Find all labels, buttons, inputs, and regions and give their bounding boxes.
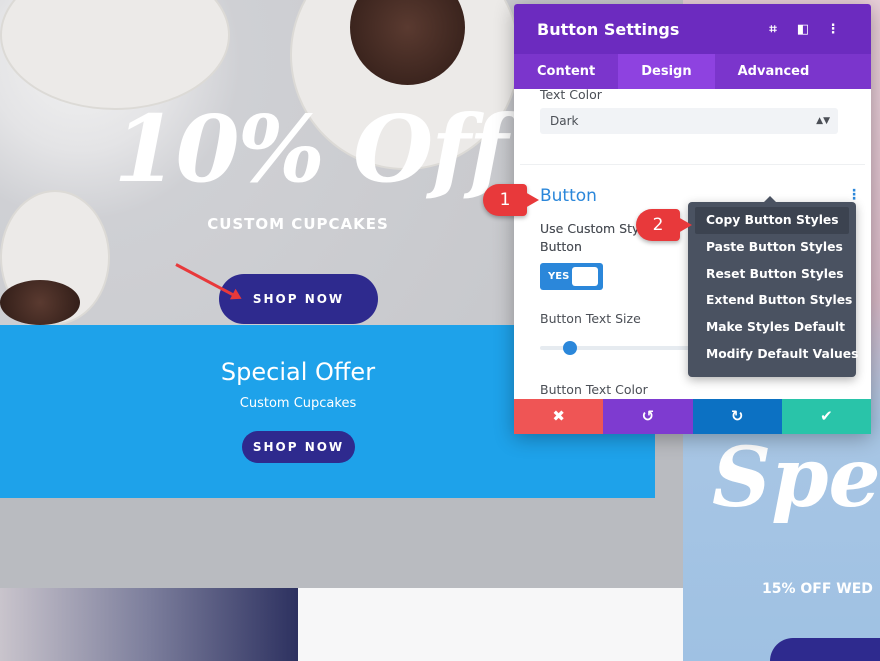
menu-item-paste-button-styles[interactable]: Paste Button Styles xyxy=(695,234,849,261)
more-vertical-icon[interactable]: ⋮ xyxy=(818,22,848,37)
callout-1: 1 xyxy=(483,184,539,216)
bottom-image xyxy=(0,588,298,661)
use-custom-styles-label-line2: Button xyxy=(540,239,582,254)
use-custom-styles-toggle[interactable]: YES xyxy=(540,263,603,290)
menu-item-copy-button-styles[interactable]: Copy Button Styles xyxy=(695,207,849,234)
slider-thumb[interactable] xyxy=(563,341,577,355)
text-color-select[interactable]: Dark ▲▼ xyxy=(540,108,838,134)
offer-title: Special Offer xyxy=(220,358,376,386)
save-button[interactable]: ✔ xyxy=(781,399,871,434)
bottom-blank-section xyxy=(298,588,683,661)
offer-subtitle: Custom Cupcakes xyxy=(239,396,357,411)
section-more-icon[interactable]: ⋮ xyxy=(847,187,861,203)
tab-advanced[interactable]: Advanced xyxy=(715,54,833,89)
right-promo-title: Spe xyxy=(712,430,880,526)
split-view-icon[interactable]: ◧ xyxy=(788,22,818,37)
menu-item-extend-button-styles[interactable]: Extend Button Styles xyxy=(695,287,852,314)
menu-item-modify-default-values[interactable]: Modify Default Values xyxy=(695,341,858,368)
right-promo-button[interactable] xyxy=(770,638,880,661)
panel-header: Button Settings ⌗ ◧ ⋮ xyxy=(514,4,871,54)
hero-shop-now-button[interactable]: SHOP NOW xyxy=(219,274,378,324)
focus-icon[interactable]: ⌗ xyxy=(758,22,788,37)
panel-tabs: Content Design Advanced xyxy=(514,54,871,89)
divider xyxy=(520,164,865,165)
undo-button[interactable]: ↺ xyxy=(603,399,693,434)
toggle-label: YES xyxy=(548,271,570,282)
panel-title: Button Settings xyxy=(537,19,680,39)
toggle-knob xyxy=(572,267,598,286)
tab-content[interactable]: Content xyxy=(514,54,618,89)
cancel-button[interactable]: ✖ xyxy=(514,399,604,434)
section-title-button[interactable]: Button xyxy=(540,186,597,206)
redo-button[interactable]: ↻ xyxy=(692,399,782,434)
use-custom-styles-label-line1: Use Custom Styl xyxy=(540,221,643,236)
cupcake-image xyxy=(0,280,80,325)
menu-item-reset-button-styles[interactable]: Reset Button Styles xyxy=(695,261,849,288)
tab-design[interactable]: Design xyxy=(618,54,715,89)
button-options-menu: Copy Button Styles Paste Button Styles R… xyxy=(688,196,858,377)
offer-shop-now-button[interactable]: SHOP NOW xyxy=(242,431,355,463)
hero-subtitle: CUSTOM CUPCAKES xyxy=(207,215,389,233)
panel-footer: ✖ ↺ ↻ ✔ xyxy=(514,399,871,434)
text-color-value: Dark xyxy=(550,114,579,128)
right-promo-subtitle: 15% OFF WED xyxy=(762,581,873,597)
milk-jar-image xyxy=(0,0,230,110)
callout-2: 2 xyxy=(636,209,692,241)
select-arrows-icon: ▲▼ xyxy=(816,116,830,126)
text-color-label: Text Color xyxy=(540,87,602,102)
menu-item-make-styles-default[interactable]: Make Styles Default xyxy=(695,314,849,341)
text-size-label: Button Text Size xyxy=(540,311,641,326)
button-text-color-label: Button Text Color xyxy=(540,382,648,397)
